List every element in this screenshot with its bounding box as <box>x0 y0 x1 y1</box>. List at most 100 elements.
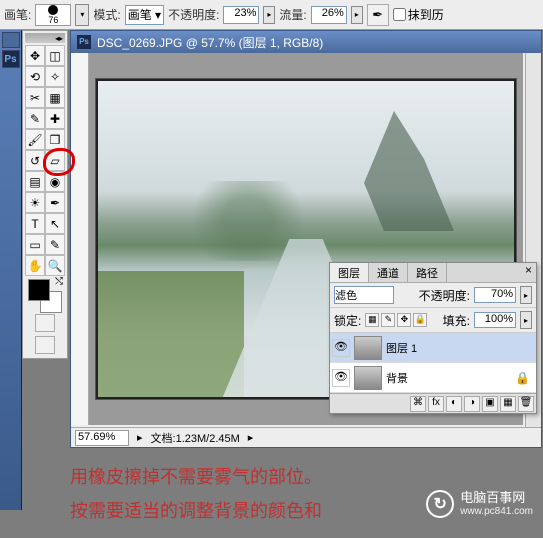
lock-row: 锁定: ▦ ✎ ✥ 🔒 填充: 100% ▸ <box>330 308 536 333</box>
screen-mode-button[interactable] <box>35 336 55 354</box>
layer-thumbnail[interactable] <box>354 366 382 390</box>
move-tool[interactable]: ✥ <box>25 45 45 66</box>
layers-panel-footer: ⌘ fx ◐ ◑ ▣ ▦ 🗑 <box>330 393 536 413</box>
lock-paint-icon[interactable]: ✎ <box>381 313 395 327</box>
brush-options-bar: 画笔: 76 ▾ 模式: 画笔 ▾ 不透明度: 23% ▸ 流量: 26% ▸ … <box>0 0 543 30</box>
statusbar-menu-icon[interactable]: ▸ <box>248 431 254 444</box>
brush-size-value: 76 <box>48 15 58 25</box>
gradient-tool[interactable]: ▤ <box>25 171 45 192</box>
visibility-eye-icon[interactable]: 👁 <box>332 339 350 357</box>
opacity-label: 不透明度: <box>168 6 219 23</box>
quick-mask-button[interactable] <box>35 314 55 332</box>
fx-icon[interactable]: fx <box>428 396 444 412</box>
layer-item[interactable]: 👁 背景 🔒 <box>330 363 536 393</box>
wand-tool[interactable]: ✧ <box>45 66 65 87</box>
new-layer-icon[interactable]: ▦ <box>500 396 516 412</box>
layer-list: 👁 图层 1 👁 背景 🔒 <box>330 333 536 393</box>
toolbox-panel: ◂▸ ✥◫ ⟲✧ ✂▦ ✎✚ 🖌❒ ↺▱ ▤◉ ☀✒ T↖ ▭✎ ✋🔍 ⤭ <box>22 30 68 359</box>
document-title: DSC_0269.JPG @ 57.7% (图层 1, RGB/8) <box>97 34 323 51</box>
image-grass-left <box>98 271 244 397</box>
lock-icons-group: ▦ ✎ ✥ 🔒 <box>365 313 427 327</box>
crop-tool[interactable]: ✂ <box>25 87 45 108</box>
watermark-brand: 电脑百事网 <box>460 491 533 505</box>
erase-history-box[interactable] <box>393 8 406 21</box>
dodge-tool[interactable]: ☀ <box>25 192 45 213</box>
fill-label: 填充: <box>443 312 470 329</box>
lock-label: 锁定: <box>334 312 361 329</box>
image-mountain <box>354 111 454 231</box>
toolbox-handle[interactable]: ◂▸ <box>25 33 65 43</box>
zoom-tool[interactable]: 🔍 <box>45 255 65 276</box>
hand-tool[interactable]: ✋ <box>25 255 45 276</box>
airbrush-icon[interactable]: ✒ <box>367 4 389 26</box>
brush-dropdown-icon[interactable]: ▾ <box>75 4 89 26</box>
marquee-tool[interactable]: ◫ <box>45 45 65 66</box>
layer-thumbnail[interactable] <box>354 336 382 360</box>
brush-tool[interactable]: 🖌 <box>25 129 45 150</box>
panel-close-icon[interactable]: × <box>521 263 536 282</box>
foreground-color-swatch[interactable] <box>28 279 50 301</box>
watermark-logo-icon: ↻ <box>426 490 454 518</box>
statusbar-arrow-icon[interactable]: ▸ <box>137 431 143 444</box>
lock-all-icon[interactable]: 🔒 <box>413 313 427 327</box>
type-tool[interactable]: T <box>25 213 45 234</box>
watermark: ↻ 电脑百事网 www.pc841.com <box>426 490 533 518</box>
trash-icon[interactable]: 🗑 <box>518 396 534 412</box>
patch-tool[interactable]: ✚ <box>45 108 65 129</box>
document-titlebar[interactable]: Ps DSC_0269.JPG @ 57.7% (图层 1, RGB/8) <box>71 31 541 53</box>
eraser-tool[interactable]: ▱ <box>45 150 65 171</box>
brush-dot-icon <box>48 5 58 15</box>
layer-name[interactable]: 图层 1 <box>386 340 417 356</box>
flow-flyout-icon[interactable]: ▸ <box>351 6 363 24</box>
layer-name[interactable]: 背景 <box>386 370 408 386</box>
panel-tabs: 图层 通道 路径 × <box>330 263 536 283</box>
lock-indicator-icon: 🔒 <box>515 371 530 385</box>
lock-transparent-icon[interactable]: ▦ <box>365 313 379 327</box>
instruction-caption: 用橡皮擦掉不需要雾气的部位。 按需要适当的调整背景的颜色和 <box>70 460 322 528</box>
stripe-toggle-icon[interactable] <box>2 32 20 48</box>
swap-colors-icon[interactable]: ⤭ <box>55 276 63 287</box>
tab-layers[interactable]: 图层 <box>330 263 369 282</box>
caption-line2: 按需要适当的调整背景的颜色和 <box>70 494 322 528</box>
photoshop-logo-icon: Ps <box>2 50 20 68</box>
zoom-input[interactable]: 57.69% <box>75 430 129 446</box>
history-brush-tool[interactable]: ↺ <box>25 150 45 171</box>
blend-mode-select[interactable]: 画笔 ▾ <box>125 5 164 25</box>
visibility-eye-icon[interactable]: 👁 <box>332 369 350 387</box>
notes-tool[interactable]: ✎ <box>45 234 65 255</box>
shape-tool[interactable]: ▭ <box>25 234 45 255</box>
group-icon[interactable]: ▣ <box>482 396 498 412</box>
adjustment-icon[interactable]: ◑ <box>464 396 480 412</box>
fill-arrow-icon[interactable]: ▸ <box>520 311 532 329</box>
link-layers-icon[interactable]: ⌘ <box>410 396 426 412</box>
stamp-tool[interactable]: ❒ <box>45 129 65 150</box>
path-tool[interactable]: ↖ <box>45 213 65 234</box>
pen-tool[interactable]: ✒ <box>45 192 65 213</box>
blur-tool[interactable]: ◉ <box>45 171 65 192</box>
tab-channels[interactable]: 通道 <box>369 263 408 282</box>
slice-tool[interactable]: ▦ <box>45 87 65 108</box>
brush-preset-picker[interactable]: 76 <box>35 4 71 26</box>
layer-blend-select[interactable]: 滤色 <box>334 286 394 304</box>
layer-opacity-label: 不透明度: <box>419 287 470 304</box>
lock-move-icon[interactable]: ✥ <box>397 313 411 327</box>
opacity-input[interactable]: 23% <box>223 6 259 24</box>
opacity-flyout-icon[interactable]: ▸ <box>263 6 275 24</box>
layers-panel: 图层 通道 路径 × 滤色 不透明度: 70% ▸ 锁定: ▦ ✎ ✥ 🔒 填充… <box>329 262 537 414</box>
flow-label: 流量: <box>279 6 306 23</box>
flow-input[interactable]: 26% <box>311 6 347 24</box>
mask-icon[interactable]: ◐ <box>446 396 462 412</box>
lasso-tool[interactable]: ⟲ <box>25 66 45 87</box>
eyedropper-tool[interactable]: ✎ <box>25 108 45 129</box>
fill-input[interactable]: 100% <box>474 312 516 328</box>
layer-opacity-arrow-icon[interactable]: ▸ <box>520 286 532 304</box>
layer-opacity-input[interactable]: 70% <box>474 287 516 303</box>
document-statusbar: 57.69% ▸ 文档:1.23M/2.45M ▸ <box>71 427 541 447</box>
ruler-vertical[interactable] <box>71 53 89 425</box>
layer-item[interactable]: 👁 图层 1 <box>330 333 536 363</box>
erase-history-checkbox[interactable]: 抹到历 <box>393 6 444 23</box>
blend-row: 滤色 不透明度: 70% ▸ <box>330 283 536 308</box>
color-swatches: ⤭ <box>25 276 65 312</box>
doc-ps-icon: Ps <box>77 35 91 49</box>
tab-paths[interactable]: 路径 <box>408 263 447 282</box>
